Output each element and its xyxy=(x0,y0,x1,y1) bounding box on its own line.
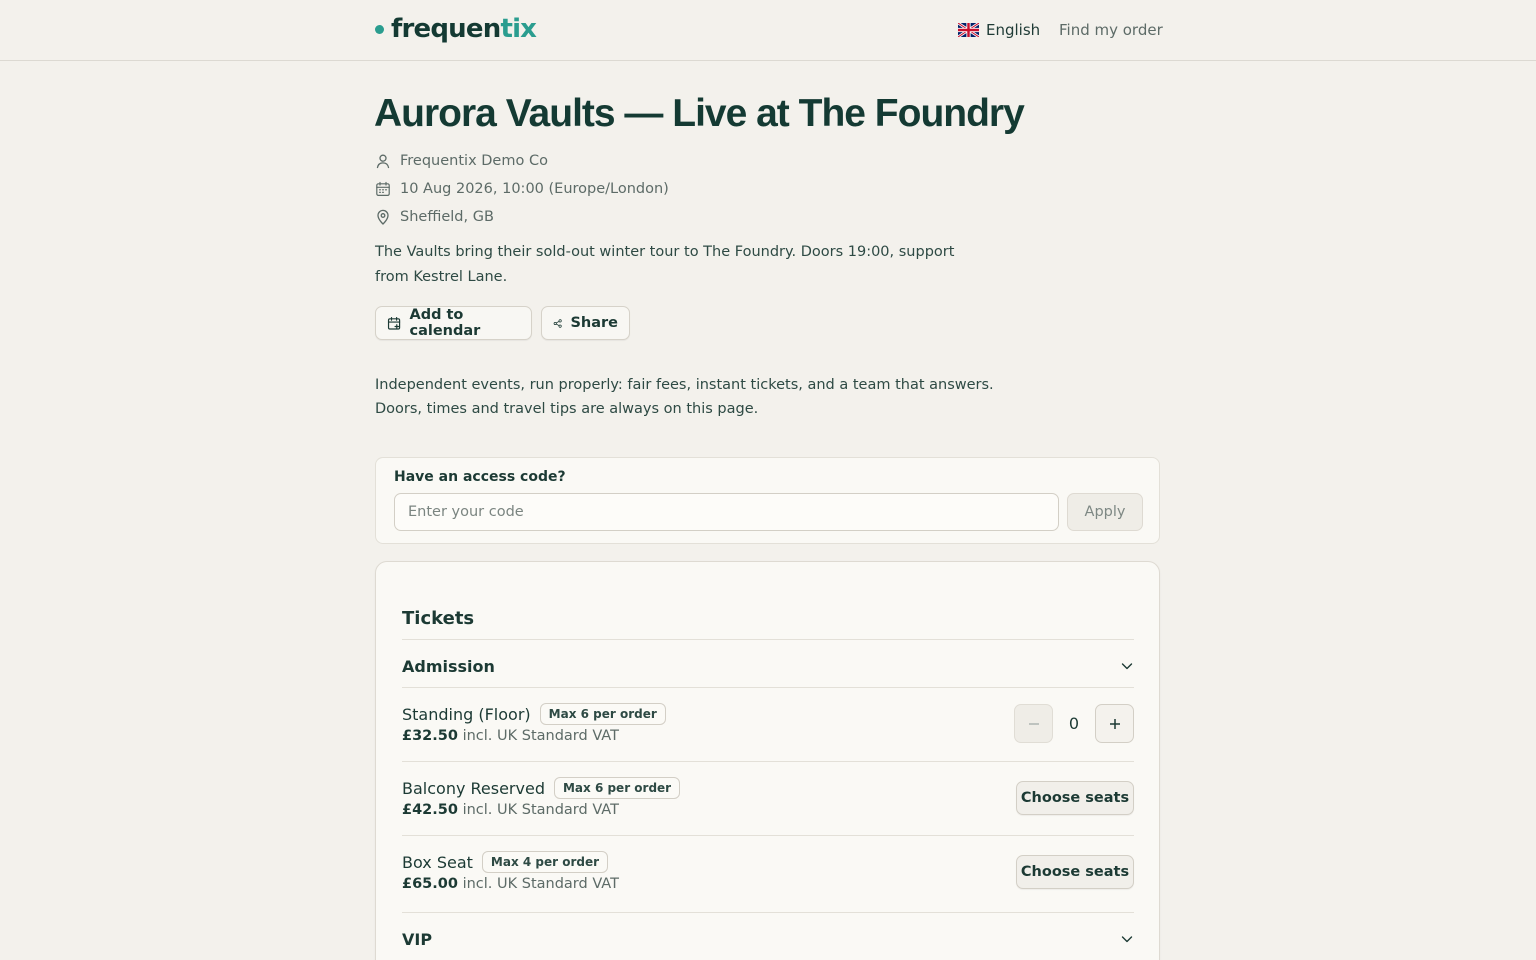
max-per-order-badge: Max 6 per order xyxy=(553,777,681,799)
event-description: The Vaults bring their sold-out winter t… xyxy=(375,244,955,285)
frequentix-logo[interactable]: frequentix xyxy=(375,12,537,46)
ticket-name-row: Balcony Reserved Max 6 per order xyxy=(402,776,681,800)
logo-dot-icon xyxy=(375,24,384,34)
quantity-stepper: 0 xyxy=(1014,704,1134,744)
top-navigation-bar: frequentix English Find my order xyxy=(0,0,1536,61)
tickets-card: Tickets Admission Standing (Floor) Max 6… xyxy=(375,561,1160,960)
ticket-tax-note: incl. UK Standard VAT xyxy=(462,876,619,892)
minus-icon xyxy=(1028,722,1039,725)
intro-text: Independent events, run properly: fair f… xyxy=(375,374,1015,421)
share-button[interactable]: Share xyxy=(541,306,630,340)
ticket-price-row: £65.00 incl. UK Standard VAT xyxy=(402,876,619,892)
organiser-name: Frequentix Demo Co xyxy=(400,153,548,169)
tickets-title: Tickets xyxy=(402,608,475,629)
chevron-down-icon xyxy=(1121,663,1133,670)
access-code-input[interactable] xyxy=(394,493,1059,531)
date-row: 10 Aug 2026, 10:00 (Europe/London) xyxy=(375,179,669,199)
ticket-row-box-seat: Box Seat Max 4 per order £65.00 incl. UK… xyxy=(402,850,1134,898)
uk-flag-icon xyxy=(958,23,979,37)
ticket-name: Box Seat xyxy=(402,852,473,872)
logo-wordmark-accent: tix xyxy=(500,14,537,44)
ticket-price: £32.50 xyxy=(402,728,458,744)
language-selector[interactable]: English xyxy=(958,19,1040,41)
ticket-tax-note: incl. UK Standard VAT xyxy=(462,802,619,818)
divider xyxy=(402,761,1134,762)
ticket-name-row: Box Seat Max 4 per order xyxy=(402,850,609,874)
divider xyxy=(402,835,1134,836)
ticket-name-row: Standing (Floor) Max 6 per order xyxy=(402,702,666,726)
event-title: Aurora Vaults — Live at The Foundry xyxy=(374,92,1025,135)
share-label: Share xyxy=(570,315,618,331)
ticket-price: £65.00 xyxy=(402,876,458,892)
divider xyxy=(402,639,1134,640)
find-my-order-link[interactable]: Find my order xyxy=(1059,19,1163,41)
section-admission-label: Admission xyxy=(402,656,495,676)
section-vip-label: VIP xyxy=(402,929,433,949)
user-icon xyxy=(376,154,390,169)
section-admission-toggle[interactable]: Admission xyxy=(402,654,1134,678)
calendar-plus-icon xyxy=(387,316,401,330)
language-label: English xyxy=(986,21,1041,39)
logo-wordmark: frequentix xyxy=(391,14,537,44)
intro-line-2: Doors, times and travel tips are always … xyxy=(375,400,759,417)
quantity-value: 0 xyxy=(1068,714,1080,733)
event-datetime: 10 Aug 2026, 10:00 (Europe/London) xyxy=(400,181,669,197)
location-row: Sheffield, GB xyxy=(375,207,494,227)
ticket-name: Standing (Floor) xyxy=(402,704,531,724)
apply-code-button[interactable]: Apply xyxy=(1067,493,1143,531)
ticket-price-row: £42.50 incl. UK Standard VAT xyxy=(402,802,619,818)
ticket-row-standing: Standing (Floor) Max 6 per order £32.50 … xyxy=(402,702,1134,750)
event-location: Sheffield, GB xyxy=(400,209,494,225)
share-icon xyxy=(553,318,562,328)
choose-seats-button[interactable]: Choose seats xyxy=(1016,781,1134,815)
organiser-row: Frequentix Demo Co xyxy=(375,151,548,171)
chevron-down-icon xyxy=(1121,936,1133,943)
divider xyxy=(402,687,1134,688)
ticket-row-balcony: Balcony Reserved Max 6 per order £42.50 … xyxy=(402,776,1134,824)
calendar-icon xyxy=(376,181,390,197)
max-per-order-badge: Max 4 per order xyxy=(481,851,609,873)
choose-seats-button[interactable]: Choose seats xyxy=(1016,855,1134,889)
increase-quantity-button[interactable] xyxy=(1095,704,1134,743)
logo-wordmark-main: frequen xyxy=(391,14,501,44)
access-code-card: Have an access code? Apply xyxy=(375,457,1160,544)
decrease-quantity-button[interactable] xyxy=(1014,704,1053,743)
ticket-tax-note: incl. UK Standard VAT xyxy=(462,728,619,744)
plus-icon xyxy=(1109,718,1120,729)
add-to-calendar-button[interactable]: Add to calendar xyxy=(375,306,532,340)
section-vip-toggle[interactable]: VIP xyxy=(402,927,1134,951)
intro-line-1: Independent events, run properly: fair f… xyxy=(375,377,994,393)
divider xyxy=(402,912,1134,913)
map-pin-icon xyxy=(377,209,389,225)
ticket-price: £42.50 xyxy=(402,802,458,818)
ticket-price-row: £32.50 incl. UK Standard VAT xyxy=(402,728,619,744)
ticket-name: Balcony Reserved xyxy=(402,778,545,798)
max-per-order-badge: Max 6 per order xyxy=(539,703,666,725)
add-to-calendar-label: Add to calendar xyxy=(409,307,481,339)
access-code-label: Have an access code? xyxy=(394,469,566,485)
